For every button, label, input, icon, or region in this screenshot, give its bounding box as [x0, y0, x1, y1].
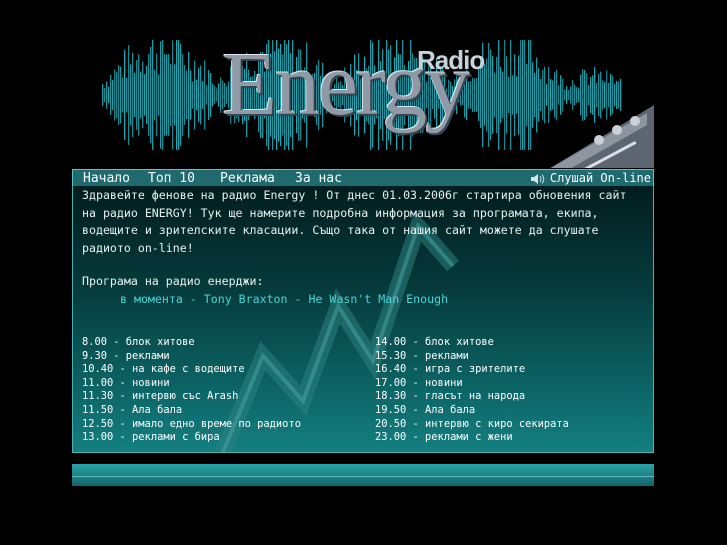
schedule-item: 12.50 - имало едно време по радиото — [82, 417, 301, 430]
schedule-item: 9.30 - реклами — [82, 349, 170, 362]
schedule-item: 19.50 - Ала бала — [375, 403, 476, 416]
schedule-item: 18.30 - гласът на народа — [375, 390, 526, 403]
listen-online-label: Слушай On-line — [549, 171, 651, 185]
speaker-icon — [530, 173, 545, 184]
logo-radio: Radio — [417, 45, 485, 75]
schedule-item: 14.00 - блок хитове — [375, 336, 494, 348]
schedule-item: 13.00 - реклами с бира — [82, 431, 220, 444]
mixer-console-graphic — [550, 105, 654, 168]
header-banner: Energy Radio — [72, 0, 654, 168]
schedule-item: 8.00 - блок хитове — [82, 336, 195, 348]
nav-item-home[interactable]: Начало — [83, 170, 130, 187]
schedule-item: 16.40 - игра с зрителите — [375, 363, 526, 376]
schedule-item: 20.50 - интервю с киро секирата — [375, 417, 569, 430]
content-panel: Здравейте фенове на радио Energy ! От дн… — [72, 186, 654, 453]
schedule-item: 23.00 - реклами с жени — [375, 431, 513, 444]
nav-item-top10[interactable]: Топ 10 — [148, 170, 195, 187]
schedule-item: 11.50 - Ала бала — [82, 403, 183, 416]
schedule-item: 17.00 - новини — [375, 376, 463, 389]
now-playing: в момента - Tony Braxton - He Wasn't Man… — [120, 292, 449, 306]
nav-item-ads[interactable]: Реклама — [220, 170, 275, 187]
schedule-left-list: 8.00 - блок хитове 9.30 - реклами 10.40 … — [82, 336, 301, 445]
program-heading: Програма на радио енерджи: — [82, 274, 264, 288]
footer-bar — [72, 464, 654, 486]
footer-divider — [72, 476, 654, 477]
intro-text: Здравейте фенове на радио Energy ! От дн… — [82, 188, 627, 255]
schedule-item: 15.30 - реклами — [375, 349, 469, 362]
listen-online-link[interactable]: Слушай On-line — [530, 170, 651, 187]
nav-item-about[interactable]: За нас — [295, 170, 342, 187]
schedule-item: 10.40 - на кафе с водещите — [82, 363, 245, 376]
schedule-right-list: 14.00 - блок хитове 15.30 - реклами 16.4… — [375, 336, 569, 445]
schedule-item: 11.00 - новини — [82, 376, 170, 389]
schedule-item: 11.30 - интервю със Arash — [82, 390, 239, 403]
